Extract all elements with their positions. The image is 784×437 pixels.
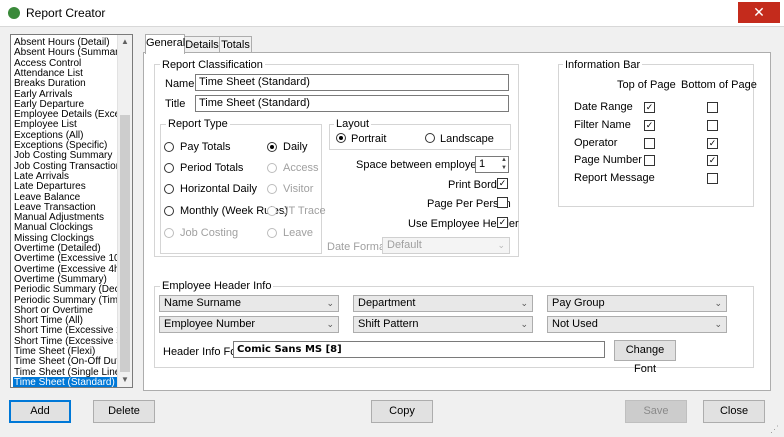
chevron-down-icon: ⌄ bbox=[326, 298, 334, 308]
bottom-of-page-header: Bottom of Page bbox=[681, 79, 757, 91]
date-format-value: Default bbox=[387, 239, 422, 251]
monthly-week-rules-radio[interactable] bbox=[164, 206, 174, 216]
access-label: Access bbox=[283, 162, 319, 174]
portrait-label: Portrait bbox=[351, 133, 387, 145]
employee-header-field-select[interactable]: Department ⌄ bbox=[353, 295, 533, 312]
chevron-down-icon: ⌄ bbox=[714, 319, 722, 329]
save-button[interactable]: Save bbox=[625, 400, 687, 423]
chevron-down-icon: ⌄ bbox=[714, 298, 722, 308]
window-close-button[interactable]: ✕ bbox=[738, 2, 780, 23]
top-of-page-header: Top of Page bbox=[617, 79, 676, 91]
info-row-label: Operator bbox=[574, 137, 618, 149]
leave-label: Leave bbox=[283, 227, 313, 239]
name-label: Name bbox=[165, 78, 195, 90]
page-per-person-checkbox[interactable] bbox=[497, 197, 508, 208]
title-label: Title bbox=[165, 98, 186, 110]
employee-header-field-select[interactable]: Shift Pattern ⌄ bbox=[353, 316, 533, 333]
title-bar: Report Creator ✕ bbox=[0, 0, 784, 27]
tab-totals[interactable]: Totals bbox=[219, 36, 252, 53]
report-list[interactable]: Absent Hours (Detail) Absent Hours (Summa… bbox=[10, 34, 133, 388]
title-input[interactable]: Time Sheet (Standard) bbox=[195, 95, 509, 112]
horizontal-daily-label: Horizontal Daily bbox=[180, 183, 258, 195]
scroll-down-icon[interactable]: ▼ bbox=[118, 373, 132, 387]
info-bottom-of-page-checkbox[interactable]: ✓ bbox=[707, 155, 718, 166]
employee-header-field-value: Name Surname bbox=[164, 297, 242, 309]
employee-header-field-value: Shift Pattern bbox=[358, 318, 419, 330]
close-button[interactable]: Close bbox=[703, 400, 765, 423]
job-costing-radio[interactable] bbox=[164, 228, 174, 238]
jt-trace-radio[interactable] bbox=[267, 206, 277, 216]
info-top-of-page-checkbox[interactable] bbox=[644, 155, 655, 166]
space-between-employees-label: Space between employees bbox=[356, 159, 489, 171]
portrait-radio[interactable] bbox=[336, 133, 346, 143]
scroll-up-icon[interactable]: ▲ bbox=[118, 35, 132, 49]
access-radio[interactable] bbox=[267, 163, 277, 173]
employee-header-field-value: Not Used bbox=[552, 318, 598, 330]
period-totals-radio[interactable] bbox=[164, 163, 174, 173]
tab-general[interactable]: General bbox=[145, 34, 185, 54]
info-row-label: Filter Name bbox=[574, 119, 631, 131]
leave-radio[interactable] bbox=[267, 228, 277, 238]
info-row-label: Report Message bbox=[574, 172, 655, 184]
daily-label: Daily bbox=[283, 141, 308, 153]
landscape-label: Landscape bbox=[440, 133, 494, 145]
chevron-down-icon: ⌄ bbox=[497, 240, 505, 250]
copy-button[interactable]: Copy bbox=[371, 400, 433, 423]
jt-trace-label: JT Trace bbox=[283, 205, 326, 217]
daily-radio[interactable] bbox=[267, 142, 277, 152]
layout-legend: Layout bbox=[334, 118, 372, 130]
employee-header-field-value: Pay Group bbox=[552, 297, 605, 309]
date-format-select[interactable]: Default ⌄ bbox=[382, 237, 510, 254]
chevron-down-icon: ⌄ bbox=[326, 319, 334, 329]
info-bottom-of-page-checkbox[interactable] bbox=[707, 173, 718, 184]
delete-button[interactable]: Delete bbox=[93, 400, 155, 423]
space-between-employees-value: 1 bbox=[479, 158, 486, 170]
pay-totals-label: Pay Totals bbox=[180, 141, 231, 153]
change-font-button[interactable]: Change Font bbox=[614, 340, 676, 375]
name-input[interactable]: Time Sheet (Standard) bbox=[195, 74, 509, 91]
report-type-legend: Report Type bbox=[166, 118, 230, 130]
landscape-radio[interactable] bbox=[425, 133, 435, 143]
tab-details[interactable]: Details bbox=[184, 36, 220, 53]
report-list-scrollbar[interactable]: ▲ ▼ bbox=[117, 35, 132, 387]
use-employee-header-checkbox[interactable]: ✓ bbox=[497, 217, 508, 228]
employee-header-field-value: Department bbox=[358, 297, 416, 309]
stepper-arrows-icon[interactable]: ▲ ▼ bbox=[501, 156, 507, 172]
report-classification-legend: Report Classification bbox=[160, 59, 265, 71]
employee-header-field-select[interactable]: Employee Number ⌄ bbox=[159, 316, 339, 333]
job-costing-label: Job Costing bbox=[180, 227, 239, 239]
header-info-font-field[interactable]: Comic Sans MS [8] bbox=[233, 341, 605, 358]
employee-header-field-select[interactable]: Pay Group ⌄ bbox=[547, 295, 727, 312]
app-icon bbox=[8, 7, 20, 19]
window-title: Report Creator bbox=[26, 6, 106, 20]
date-format-label: Date Format bbox=[327, 241, 389, 253]
report-list-item-selected[interactable]: Time Sheet (Standard) bbox=[13, 376, 120, 387]
info-row-label: Date Range bbox=[574, 101, 633, 113]
scroll-thumb[interactable] bbox=[120, 115, 130, 372]
print-border-checkbox[interactable]: ✓ bbox=[497, 178, 508, 189]
info-top-of-page-checkbox[interactable] bbox=[644, 138, 655, 149]
info-bottom-of-page-checkbox[interactable] bbox=[707, 102, 718, 113]
employee-header-info-legend: Employee Header Info bbox=[160, 280, 274, 292]
visitor-label: Visitor bbox=[283, 183, 314, 195]
resize-grip-icon[interactable]: ⋰ bbox=[770, 424, 782, 436]
info-top-of-page-checkbox[interactable]: ✓ bbox=[644, 120, 655, 131]
info-bottom-of-page-checkbox[interactable] bbox=[707, 120, 718, 131]
add-button[interactable]: Add bbox=[9, 400, 71, 423]
horizontal-daily-radio[interactable] bbox=[164, 184, 174, 194]
visitor-radio[interactable] bbox=[267, 184, 277, 194]
employee-header-field-value: Employee Number bbox=[164, 318, 256, 330]
info-row-label: Page Number bbox=[574, 154, 642, 166]
info-top-of-page-checkbox[interactable]: ✓ bbox=[644, 102, 655, 113]
space-between-employees-stepper[interactable]: 1 ▲ ▼ bbox=[475, 156, 509, 173]
chevron-down-icon: ⌄ bbox=[520, 298, 528, 308]
information-bar-legend: Information Bar bbox=[563, 59, 643, 71]
chevron-down-icon: ⌄ bbox=[520, 319, 528, 329]
period-totals-label: Period Totals bbox=[180, 162, 244, 174]
employee-header-field-select[interactable]: Not Used ⌄ bbox=[547, 316, 727, 333]
info-bottom-of-page-checkbox[interactable]: ✓ bbox=[707, 138, 718, 149]
employee-header-field-select[interactable]: Name Surname ⌄ bbox=[159, 295, 339, 312]
pay-totals-radio[interactable] bbox=[164, 142, 174, 152]
